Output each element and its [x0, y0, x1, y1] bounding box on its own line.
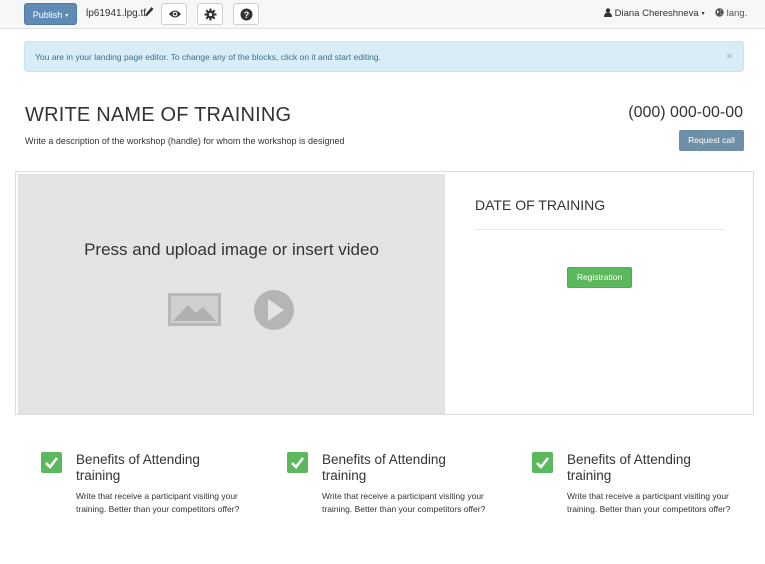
chevron-down-icon: ▾ [65, 13, 69, 19]
benefit-text: Write that receive a participant visitin… [322, 491, 486, 514]
page-title[interactable]: WRITE NAME OF TRAINING [25, 104, 291, 127]
check-icon [532, 452, 553, 473]
gear-icon [204, 8, 217, 21]
help-button[interactable]: ? [233, 3, 259, 25]
benefit-text: Write that receive a participant visitin… [567, 491, 731, 514]
top-toolbar: Publish ▾ lp61941.lpg.tf ? Diana Cheresh… [0, 0, 765, 29]
check-icon [41, 452, 62, 473]
chevron-down-icon: ▾ [701, 11, 705, 17]
user-name: Diana Chereshneva [614, 8, 699, 19]
publish-button[interactable]: Publish ▾ [24, 3, 77, 25]
benefit-title: Benefits of Attending training [567, 452, 691, 483]
check-icon [287, 452, 308, 473]
phone-number[interactable]: (000) 000-00-00 [628, 104, 743, 122]
close-icon[interactable]: × [726, 49, 733, 63]
globe-icon [715, 8, 724, 17]
alert-text: You are in your landing page editor. To … [35, 52, 381, 62]
play-icon [254, 290, 294, 330]
pencil-icon[interactable] [144, 6, 154, 18]
eye-icon [169, 10, 181, 18]
question-icon: ? [240, 8, 253, 21]
benefit-title: Benefits of Attending training [322, 452, 446, 483]
divider [475, 229, 724, 230]
svg-text:?: ? [244, 10, 250, 20]
language-menu[interactable]: lang. [715, 8, 747, 19]
image-icon [168, 293, 221, 326]
date-title[interactable]: DATE OF TRAINING [475, 197, 605, 213]
page-subtitle[interactable]: Write a description of the workshop (han… [25, 136, 345, 146]
media-upload-area[interactable]: Press and upload image or insert video [18, 174, 445, 414]
filename: lp61941.lpg.tf [86, 8, 147, 19]
user-icon [604, 8, 612, 17]
user-menu[interactable]: Diana Chereshneva ▾ [604, 8, 705, 19]
media-upload-text: Press and upload image or insert video [84, 240, 379, 259]
training-block: Press and upload image or insert video D… [15, 171, 754, 415]
info-alert: You are in your landing page editor. To … [24, 41, 744, 72]
request-call-button[interactable]: Request call [679, 130, 744, 151]
settings-button[interactable] [197, 3, 223, 25]
registration-button[interactable]: Registration [567, 267, 632, 288]
benefit-title: Benefits of Attending training [76, 452, 200, 483]
lang-label: lang. [726, 8, 748, 19]
preview-button[interactable] [161, 3, 187, 25]
publish-label: Publish [32, 10, 63, 20]
benefit-text: Write that receive a participant visitin… [76, 491, 240, 514]
